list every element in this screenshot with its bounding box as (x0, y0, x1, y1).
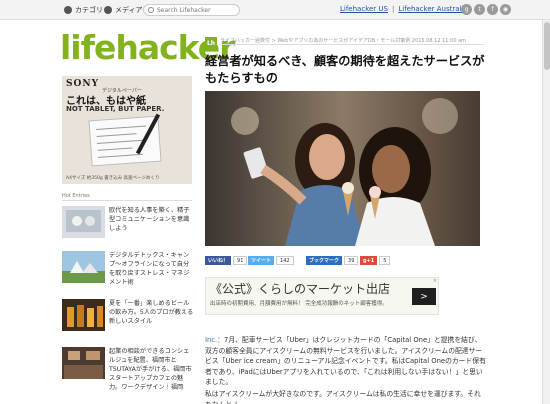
sidebar-item-thumbnail (62, 251, 105, 283)
search-box[interactable] (143, 4, 240, 16)
sidebar-item-label: 起業の相談ができるコンシェルジュを配置、福岡市とTSUTAYAが手がける、福岡市… (109, 348, 192, 391)
tweet-button[interactable]: ツイート 142 (248, 256, 294, 265)
sidebar-item-thumbnail (62, 299, 105, 331)
ad-headline: 《公式》くらしのマーケット出店 (210, 282, 391, 296)
region-links: Lifehacker US | Lifehacker Australia (340, 5, 468, 13)
divider (62, 200, 192, 201)
rss-icon[interactable]: ◉ (500, 4, 511, 15)
tweet-label: ツイート (248, 256, 275, 265)
bookmark-label: ブックマーク (306, 256, 343, 265)
media-icon (104, 6, 112, 14)
search-icon (148, 7, 154, 13)
source-link[interactable]: Inc. (205, 336, 217, 344)
google-plus-icon[interactable]: g (461, 4, 472, 15)
bookmark-count: 39 (344, 256, 359, 265)
google-plus-label: g+1 (360, 256, 378, 265)
search-input[interactable] (157, 6, 237, 14)
article-body: Inc.：7月、配車サービス「Uber」はクレジットカードの「Capital O… (205, 335, 487, 388)
ad-tagline: NOT TABLET, BUT PAPER. (66, 105, 165, 113)
category-icon (64, 6, 72, 14)
lifehacker-badge: Lh (205, 37, 217, 49)
vertical-scrollbar[interactable] (542, 20, 550, 404)
article-meta: ライフハッカー過数付 > WebやアプリのあのサービスがアイデアDB・モール対策… (220, 38, 467, 44)
google-plus-count: 5 (379, 256, 391, 265)
twitter-icon[interactable]: t (474, 4, 485, 15)
scrollbar-thumb[interactable] (544, 22, 550, 70)
bookmark-button[interactable]: ブックマーク 39 (306, 256, 359, 265)
ad-caption: A4サイズ 約350g 書き込み 高速ページめくり (66, 176, 160, 181)
facebook-icon[interactable]: f (487, 4, 498, 15)
article-paragraph: 私はアイスクリームが大好きなのです。アイスクリームは私の生活に幸せを運びます。そ… (205, 390, 481, 404)
article-hero-image (205, 91, 480, 246)
media-label: メディア (115, 6, 143, 14)
sidebar-item[interactable]: 起業の相談ができるコンシェルジュを配置、福岡市とTSUTAYAが手がける、福岡市… (62, 347, 194, 391)
lifehacker-australia-link[interactable]: Lifehacker Australia (398, 5, 467, 13)
facebook-like-label: いいね！ (205, 256, 232, 265)
sidebar-item[interactable]: 夏を「一番」楽しめるビールの飲み方。5人のプロが教える新しいスタイル (62, 299, 194, 339)
sidebar-ad[interactable]: SONY デジタルペーパー これは、もはや紙 NOT TABLET, BUT P… (62, 76, 192, 184)
facebook-like-count: 91 (233, 256, 248, 265)
sidebar-item-label: デジタルデトックス・キャンプ〜オフラインになって自分を取り戻すストレス・マネジメ… (109, 252, 190, 286)
tweet-count: 142 (276, 256, 294, 265)
sidebar-item[interactable]: デジタルデトックス・キャンプ〜オフラインになって自分を取り戻すストレス・マネジメ… (62, 251, 194, 291)
facebook-like-button[interactable]: いいね！ 91 (205, 256, 248, 265)
link-separator: | (391, 5, 395, 13)
sidebar-item-thumbnail (62, 347, 105, 379)
ad-arrow-button[interactable]: > (412, 288, 436, 305)
ad-brand: SONY (66, 79, 99, 89)
lifehacker-us-link[interactable]: Lifehacker US (340, 5, 388, 13)
sidebar-item[interactable]: 欧代を知る人事を築く、精子型コミュニケーションを意識しよう (62, 206, 194, 246)
sidebar-item-label: 欧代を知る人事を築く、精子型コミュニケーションを意識しよう (109, 207, 190, 232)
ad-description: 出店時の初期費用、月額費用が無料！ 完全成功報酬のネット顧客獲得。 (210, 301, 388, 307)
banner-ad[interactable]: 《公式》くらしのマーケット出店 出店時の初期費用、月額費用が無料！ 完全成功報酬… (205, 277, 439, 315)
hot-entries-label: Hot Entries (62, 193, 90, 199)
top-bar: カテゴリ ▼ メディア ▼ Lifehacker US | Lifehacker… (0, 0, 550, 20)
category-label: カテゴリ (75, 6, 103, 14)
sidebar-item-thumbnail (62, 206, 105, 238)
category-menu-button[interactable]: カテゴリ ▼ (64, 4, 110, 16)
google-plus-button[interactable]: g+1 5 (360, 256, 391, 265)
divider (220, 44, 484, 45)
article-paragraph: ：7月、配車サービス「Uber」はクレジットカードの「Capital One」と… (205, 336, 486, 386)
article-title: 経営者が知るべき、顧客の期待を超えたサービスがもたらすもの (205, 54, 485, 85)
sidebar-item-label: 夏を「一番」楽しめるビールの飲み方。5人のプロが教える新しいスタイル (109, 300, 194, 325)
ad-close-icon[interactable]: × (433, 278, 437, 284)
